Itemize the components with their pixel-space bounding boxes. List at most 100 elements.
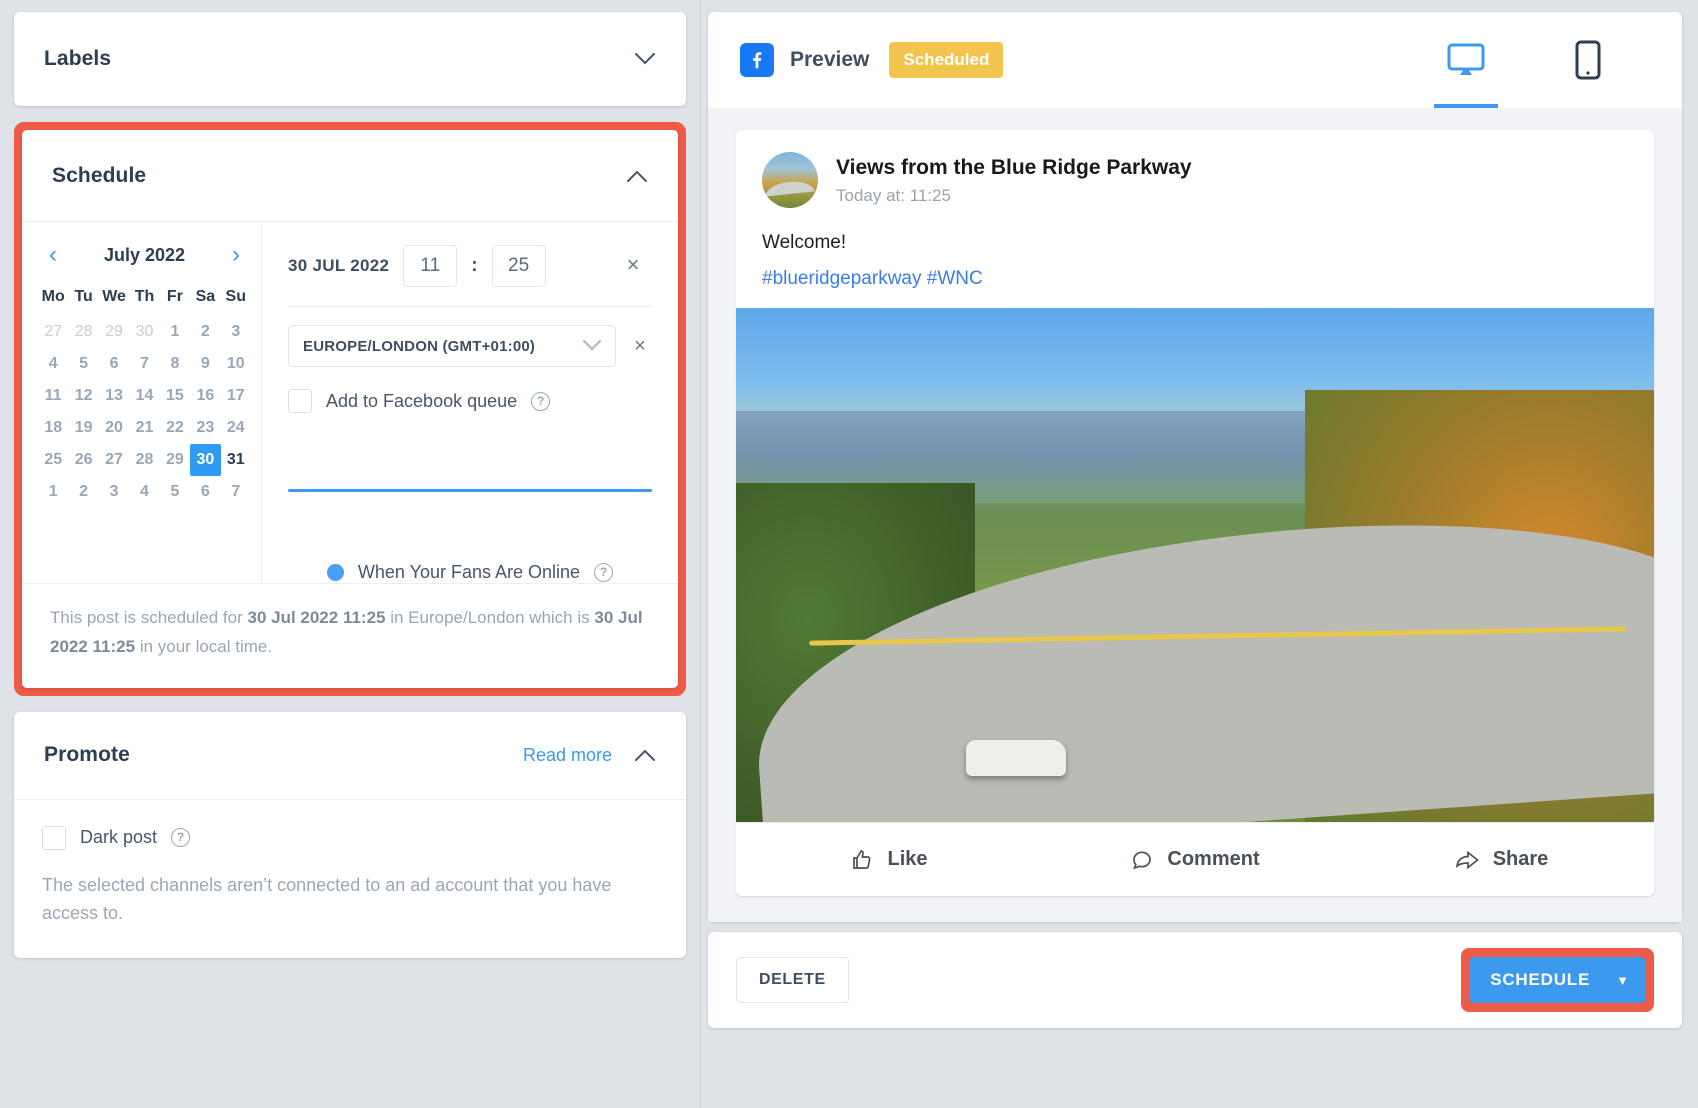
schedule-divider	[288, 306, 652, 307]
schedule-button-label: SCHEDULE	[1490, 970, 1591, 989]
facebook-queue-checkbox[interactable]	[288, 389, 312, 413]
calendar-prev-month-icon[interactable]: ‹	[42, 243, 64, 267]
promote-read-more-link[interactable]: Read more	[523, 745, 612, 766]
calendar-day[interactable]: 31	[221, 444, 251, 476]
calendar-day[interactable]: 1	[160, 316, 190, 348]
comment-label: Comment	[1167, 848, 1260, 870]
calendar-day[interactable]: 2	[68, 476, 98, 508]
calendar-day[interactable]: 22	[160, 412, 190, 444]
desktop-monitor-icon[interactable]	[1434, 12, 1498, 108]
calendar-day-selected[interactable]: 30	[190, 444, 221, 476]
schedule-button[interactable]: SCHEDULE ▼	[1470, 957, 1645, 1003]
facebook-queue-label: Add to Facebook queue	[326, 390, 518, 411]
calendar-day[interactable]: 7	[221, 476, 251, 508]
calendar-day[interactable]: 9	[190, 348, 220, 380]
calendar-day[interactable]: 12	[68, 380, 98, 412]
calendar-day[interactable]: 24	[221, 412, 251, 444]
calendar-day[interactable]: 8	[160, 348, 190, 380]
calendar-day[interactable]: 3	[221, 316, 251, 348]
help-question-icon[interactable]: ?	[171, 828, 191, 848]
preview-header: Preview Scheduled	[708, 12, 1682, 108]
calendar-day[interactable]: 21	[129, 412, 159, 444]
calendar-dow-th: Th	[134, 288, 155, 305]
calendar-day[interactable]: 26	[68, 444, 98, 476]
timezone-row: EUROPE/LONDON (GMT+01:00) ×	[288, 325, 652, 367]
calendar-day[interactable]: 5	[68, 348, 98, 380]
calendar-day[interactable]: 15	[160, 380, 190, 412]
calendar-day[interactable]: 6	[99, 348, 129, 380]
delete-button[interactable]: DELETE	[736, 957, 849, 1003]
calendar-day[interactable]: 27	[38, 316, 68, 348]
calendar-day[interactable]: 25	[38, 444, 68, 476]
schedule-header[interactable]: Schedule	[22, 130, 678, 222]
clear-time-icon[interactable]: ×	[620, 253, 646, 279]
calendar-day[interactable]: 27	[99, 444, 129, 476]
calendar-day[interactable]: 20	[99, 412, 129, 444]
calendar-next-month-icon[interactable]: ›	[225, 243, 247, 267]
calendar-day[interactable]: 13	[99, 380, 129, 412]
timezone-value: EUROPE/LONDON (GMT+01:00)	[303, 337, 536, 355]
timezone-select[interactable]: EUROPE/LONDON (GMT+01:00)	[288, 325, 616, 367]
calendar-day[interactable]: 18	[38, 412, 68, 444]
minute-input[interactable]	[491, 245, 546, 287]
like-button[interactable]: Like	[736, 848, 1042, 872]
help-question-icon[interactable]: ?	[531, 391, 551, 411]
mobile-phone-icon[interactable]	[1556, 12, 1620, 108]
calendar-day[interactable]: 6	[190, 476, 220, 508]
chevron-down-icon[interactable]	[634, 48, 656, 70]
calendar-day[interactable]: 14	[129, 380, 159, 412]
preview-label: Preview	[790, 48, 870, 71]
calendar-day[interactable]: 16	[190, 380, 220, 412]
calendar-day[interactable]: 4	[129, 476, 159, 508]
post-hashtags[interactable]: #blueridgeparkway #WNC	[736, 254, 1654, 308]
facebook-icon	[740, 43, 774, 77]
calendar-dow-tu: Tu	[74, 288, 93, 305]
column-divider	[700, 0, 701, 1108]
calendar-day[interactable]: 7	[129, 348, 159, 380]
calendar-day[interactable]: 23	[190, 412, 220, 444]
chevron-up-icon[interactable]	[634, 744, 656, 766]
labels-section[interactable]: Labels	[14, 12, 686, 106]
facebook-queue-row[interactable]: Add to Facebook queue ?	[288, 389, 652, 413]
clear-timezone-icon[interactable]: ×	[628, 335, 652, 358]
like-label: Like	[887, 848, 928, 870]
post-photo	[736, 308, 1654, 822]
chevron-down-icon[interactable]	[583, 338, 601, 355]
footer-action-bar: DELETE SCHEDULE ▼	[708, 932, 1682, 1028]
left-panel: Labels Schedule ‹ July 2022 › Mo Tu We T…	[0, 0, 700, 1108]
chevron-down-icon[interactable]: ▼	[1616, 973, 1629, 988]
calendar-day[interactable]: 10	[221, 348, 251, 380]
note-part-3: in your local time.	[135, 636, 273, 656]
chevron-up-icon[interactable]	[626, 165, 648, 187]
calendar-day[interactable]: 28	[129, 444, 159, 476]
right-panel: Preview Scheduled Views from the Blue Ri…	[700, 0, 1698, 1108]
calendar-day[interactable]: 28	[68, 316, 98, 348]
labels-header[interactable]: Labels	[14, 12, 686, 106]
calendar-day[interactable]: 17	[221, 380, 251, 412]
calendar-day[interactable]: 4	[38, 348, 68, 380]
preview-body: Views from the Blue Ridge Parkway Today …	[708, 108, 1682, 922]
calendar-day[interactable]: 5	[160, 476, 190, 508]
calendar-day[interactable]: 29	[99, 316, 129, 348]
calendar-day[interactable]: 30	[129, 316, 159, 348]
calendar-day[interactable]: 19	[68, 412, 98, 444]
hour-input[interactable]	[403, 245, 458, 287]
note-part-1: This post is scheduled for	[50, 608, 248, 627]
post-timestamp: Today at: 11:25	[836, 186, 951, 206]
dark-post-row[interactable]: Dark post ?	[42, 825, 658, 850]
dark-post-checkbox[interactable]	[42, 825, 66, 850]
promote-body: Dark post ? The selected channels aren’t…	[14, 800, 686, 958]
schedule-title: Schedule	[52, 163, 147, 187]
comment-button[interactable]: Comment	[1042, 848, 1348, 872]
calendar-day[interactable]: 11	[38, 380, 68, 412]
calendar-day[interactable]: 3	[99, 476, 129, 508]
share-button[interactable]: Share	[1348, 848, 1654, 872]
facebook-post-card: Views from the Blue Ridge Parkway Today …	[736, 130, 1654, 896]
post-action-bar: Like Comment Share	[736, 822, 1654, 896]
calendar-day[interactable]: 29	[160, 444, 190, 476]
help-question-icon[interactable]: ?	[594, 563, 614, 582]
fans-online-row[interactable]: When Your Fans Are Online ?	[288, 562, 652, 583]
promote-header[interactable]: Promote Read more	[14, 712, 686, 800]
calendar-day[interactable]: 1	[38, 476, 68, 508]
calendar-day[interactable]: 2	[190, 316, 220, 348]
